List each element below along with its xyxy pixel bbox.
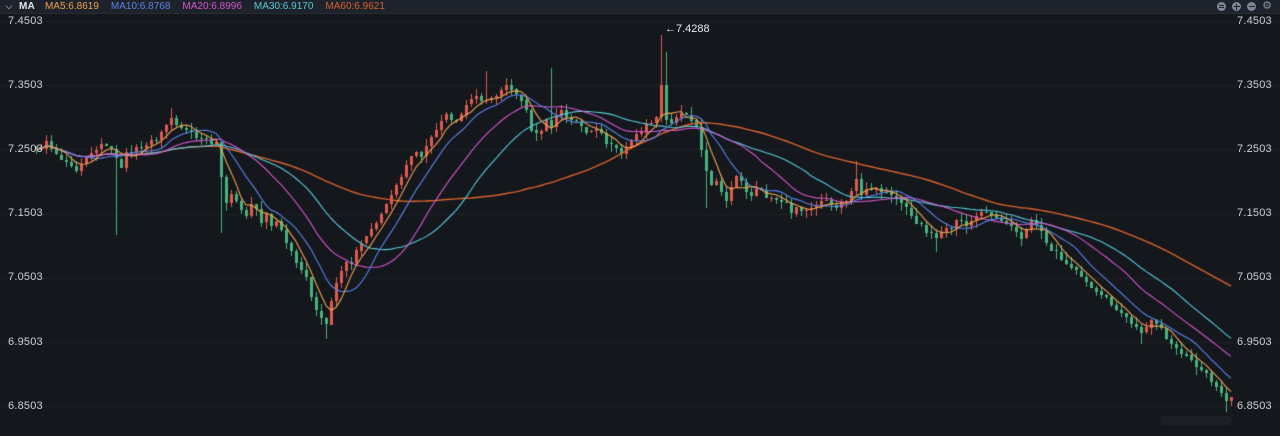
legend-ma5: MA5:6.8619: [44, 1, 99, 12]
price-label-l-6: 6.8503: [8, 399, 43, 412]
legend-ma20: MA20:6.8996: [182, 1, 242, 12]
price-label-l-3: 7.1503: [8, 207, 43, 220]
chevron-down-icon[interactable]: [6, 2, 13, 9]
price-label-r-4: 7.0503: [1237, 271, 1272, 284]
indicator-menu-icon[interactable]: [1217, 2, 1227, 11]
price-label-r-5: 6.9503: [1237, 335, 1272, 348]
price-label-r-3: 7.1503: [1237, 207, 1272, 220]
indicator-label[interactable]: MA: [19, 1, 35, 12]
price-label-l-4: 7.0503: [8, 271, 43, 284]
legend-ma30: MA30:6.9170: [253, 1, 314, 12]
price-label-r-1: 7.3503: [1237, 78, 1272, 91]
price-label-l-1: 7.3503: [8, 78, 43, 91]
price-label-r-6: 6.8503: [1237, 399, 1272, 412]
price-label-l-0: 7.4503: [8, 14, 43, 27]
price-label-l-5: 6.9503: [8, 335, 43, 348]
price-label-l-2: 7.2503: [8, 142, 43, 155]
legend-ma10: MA10:6.8768: [110, 1, 171, 12]
settings-gear-icon[interactable]: ⚙: [1262, 1, 1272, 12]
chart-toolbar: ⚙: [1217, 1, 1280, 12]
zoom-in-icon[interactable]: [1232, 2, 1242, 11]
watermark: [1160, 416, 1232, 425]
price-label-r-0: 7.4503: [1237, 14, 1272, 27]
indicator-bar: MA MA5:6.8619 MA10:6.8768 MA20:6.8996 MA…: [0, 0, 1280, 14]
chart-window: MA MA5:6.8619 MA10:6.8768 MA20:6.8996 MA…: [0, 0, 1280, 436]
candlestick-chart[interactable]: [0, 0, 1280, 436]
price-annotation: ←7.4288: [665, 22, 710, 35]
legend-ma60: MA60:6.9621: [325, 1, 385, 12]
price-label-r-2: 7.2503: [1237, 142, 1272, 155]
zoom-out-icon[interactable]: [1247, 2, 1257, 11]
